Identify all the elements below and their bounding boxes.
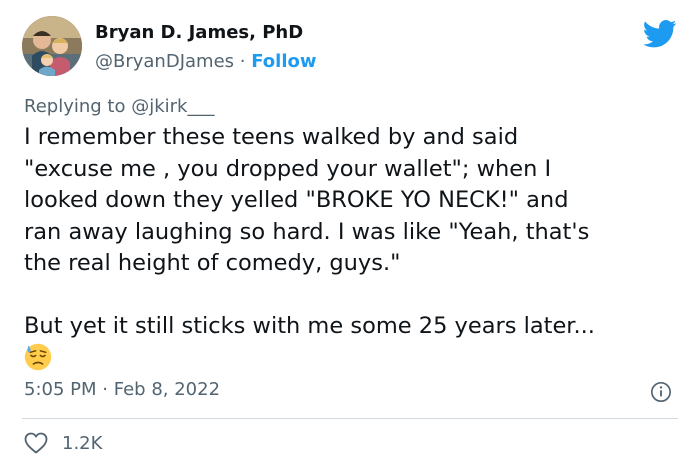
- tweet-line: ran away laughing so hard. I was like "Y…: [24, 218, 590, 245]
- tweet-card: Bryan D. James, PhD @BryanDJames · Follo…: [0, 0, 700, 471]
- time-separator: ·: [102, 379, 108, 400]
- handle-separator: ·: [239, 51, 246, 72]
- tweet-time: 5:05 PM: [24, 379, 97, 400]
- replying-to: Replying to @jkirk___: [24, 96, 214, 117]
- author-handle[interactable]: @BryanDJames: [95, 51, 234, 72]
- tweet-text: I remember these teens walked by and sai…: [24, 122, 689, 343]
- author-name[interactable]: Bryan D. James, PhD: [95, 22, 303, 43]
- tweet-line: I remember these teens walked by and sai…: [24, 124, 519, 150]
- author-handle-row: @BryanDJames · Follow: [95, 51, 317, 72]
- info-icon[interactable]: [650, 381, 672, 403]
- avatar[interactable]: [22, 16, 82, 76]
- tweet-line: "excuse me , you dropped your wallet"; w…: [24, 155, 552, 182]
- divider: [22, 418, 678, 419]
- follow-button[interactable]: Follow: [251, 51, 316, 72]
- twitter-bird-icon[interactable]: [643, 20, 677, 48]
- like-action[interactable]: 1.2K: [24, 430, 102, 456]
- downcast-face-with-sweat-icon: [24, 343, 52, 371]
- reply-target-link[interactable]: @jkirk___: [131, 96, 214, 117]
- tweet-line: the real height of comedy, guys.": [24, 250, 401, 276]
- tweet-date: Feb 8, 2022: [113, 379, 221, 400]
- tweet-line: But yet it still sticks with me some 25 …: [24, 313, 595, 339]
- tweet-line: looked down they yelled "BROKE YO NECK!"…: [24, 187, 569, 213]
- replying-to-label: Replying to: [24, 96, 126, 117]
- like-count: 1.2K: [62, 432, 103, 454]
- heart-icon[interactable]: [24, 432, 48, 454]
- timestamp-row[interactable]: 5:05 PM · Feb 8, 2022: [24, 379, 220, 400]
